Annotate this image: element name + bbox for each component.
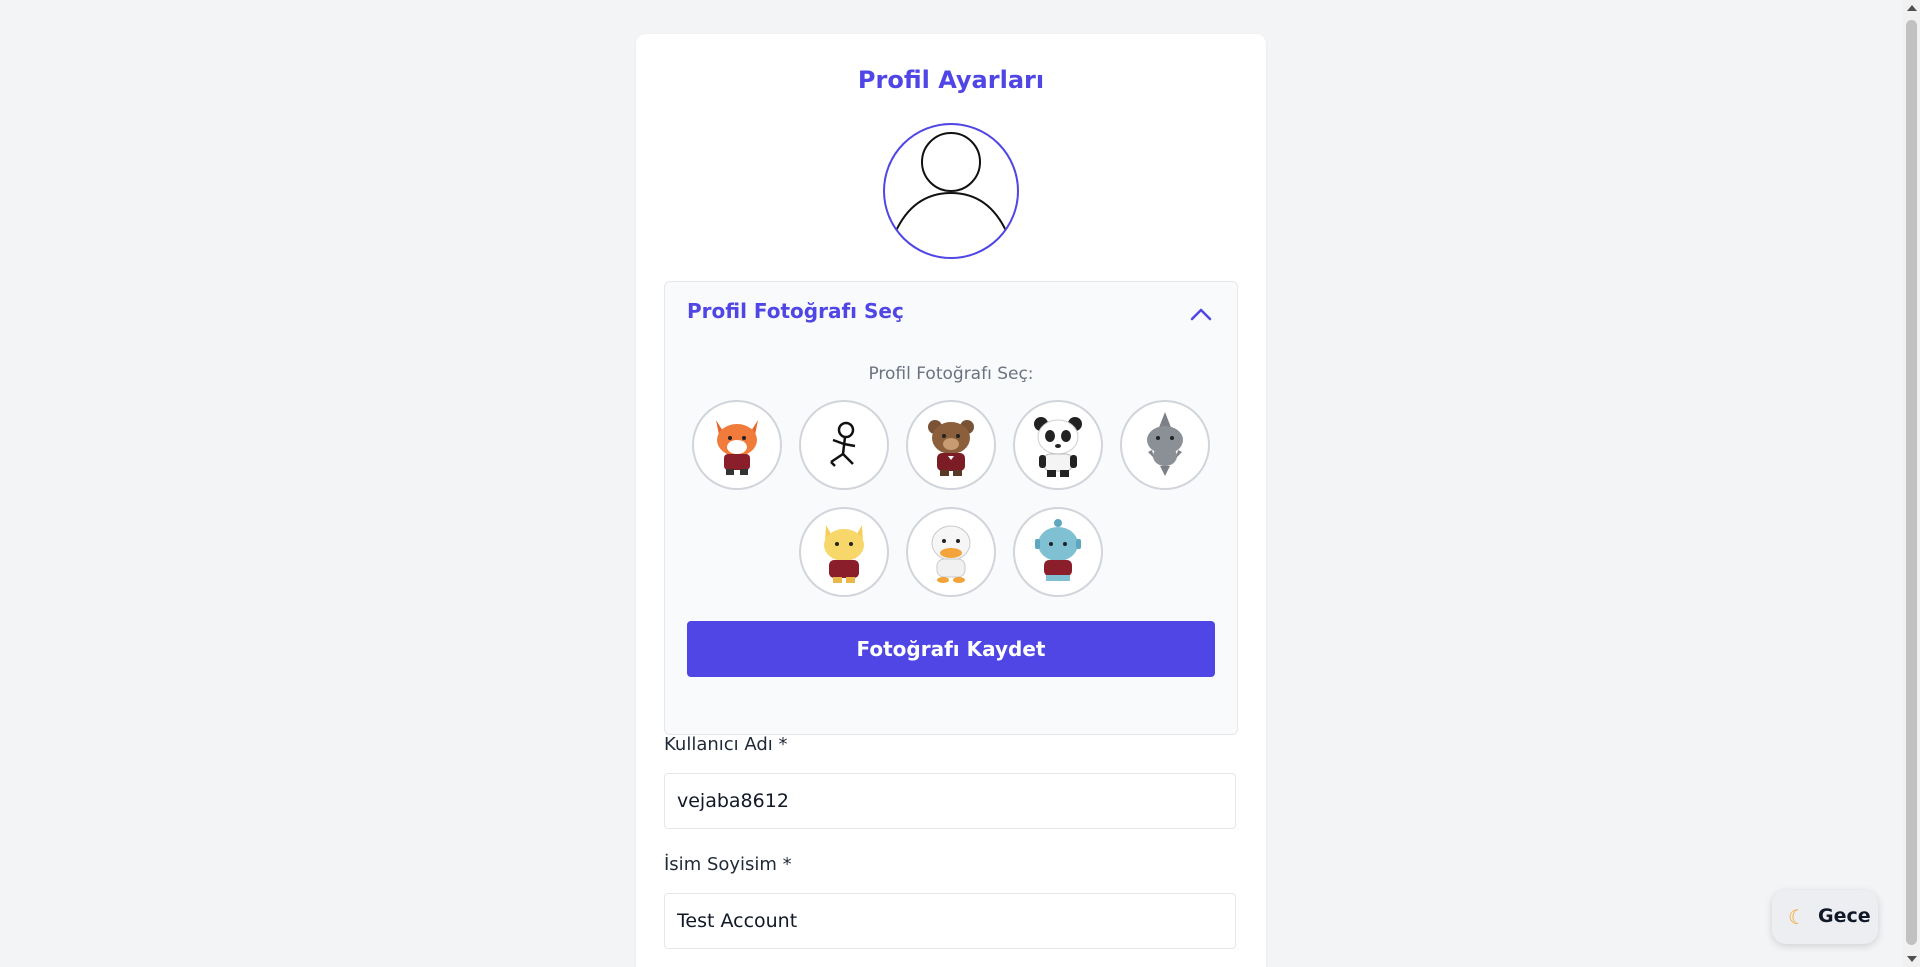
current-avatar <box>883 123 1019 259</box>
avatar-option-shark[interactable] <box>1120 400 1210 490</box>
scroll-up-arrow-icon[interactable] <box>1907 5 1917 11</box>
avatar-option-stick-figure[interactable] <box>799 400 889 490</box>
avatar-option-panda[interactable] <box>1013 400 1103 490</box>
duck-avatar-icon <box>931 525 971 583</box>
fullname-input[interactable] <box>664 893 1236 949</box>
panda-avatar-icon <box>1034 417 1082 477</box>
avatar-option-bear[interactable] <box>906 400 996 490</box>
shark-avatar-icon <box>1147 412 1183 476</box>
night-mode-toggle[interactable]: ☾ Gece <box>1772 890 1878 944</box>
photo-chooser-title: Profil Fotoğrafı Seç <box>687 299 904 323</box>
user-silhouette-icon <box>894 132 1008 234</box>
page-scrollbar[interactable] <box>1903 0 1920 967</box>
username-input[interactable] <box>664 773 1236 829</box>
avatar-option-fish[interactable] <box>1013 507 1103 597</box>
cat-avatar-icon <box>824 525 864 583</box>
bear-avatar-icon <box>928 420 974 476</box>
page-title: Profil Ayarları <box>857 66 1045 94</box>
profile-settings-card: Profil Ayarları Profil Fotoğrafı Seç Pro… <box>636 34 1266 967</box>
page: Profil Ayarları Profil Fotoğrafı Seç Pro… <box>0 0 1920 967</box>
stick-figure-avatar-icon <box>830 421 856 467</box>
photo-chooser-panel: Profil Fotoğrafı Seç Profil Fotoğrafı Se… <box>664 281 1238 735</box>
night-mode-label: Gece <box>1818 905 1871 927</box>
moon-icon: ☾ <box>1788 905 1806 929</box>
fox-avatar-icon <box>716 420 758 475</box>
username-label: Kullanıcı Adı * <box>664 734 788 755</box>
fullname-label: İsim Soyisim * <box>664 854 792 875</box>
avatar-option-cat[interactable] <box>799 507 889 597</box>
chevron-up-icon <box>1190 308 1212 321</box>
fish-avatar-icon <box>1035 519 1081 581</box>
chooser-label: Profil Fotoğrafı Seç: <box>868 364 1034 384</box>
scrollbar-thumb[interactable] <box>1906 20 1917 945</box>
save-photo-button[interactable]: Fotoğrafı Kaydet <box>687 621 1215 677</box>
scroll-down-arrow-icon[interactable] <box>1907 956 1917 962</box>
avatar-option-fox[interactable] <box>692 400 782 490</box>
photo-chooser-toggle[interactable]: Profil Fotoğrafı Seç <box>665 282 1237 344</box>
avatar-option-duck[interactable] <box>906 507 996 597</box>
